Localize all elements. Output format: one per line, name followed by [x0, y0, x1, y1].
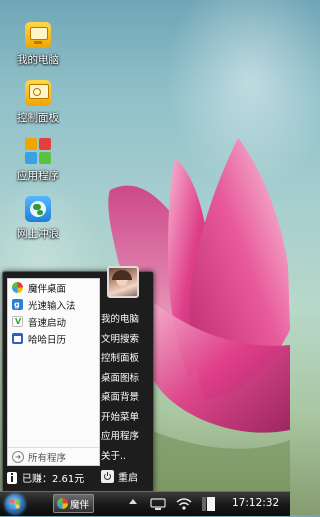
windows-logo-icon — [10, 499, 20, 509]
arrow-right-icon: ➜ — [12, 450, 24, 463]
desktop-icon-label: 我的电脑 — [17, 54, 59, 66]
app-label: 魔伴桌面 — [28, 283, 67, 295]
link-control-panel[interactable]: 控制面板 — [101, 349, 151, 369]
link-desktop-background[interactable]: 桌面背景 — [101, 388, 151, 408]
battery-icon[interactable] — [200, 496, 216, 512]
all-programs-label: 所有程序 — [28, 452, 67, 464]
app-label: 光速输入法 — [28, 300, 76, 312]
input-method-icon: g — [12, 299, 23, 310]
calendar-icon — [12, 333, 23, 344]
network-icon[interactable] — [150, 497, 166, 511]
power-icon — [101, 470, 114, 483]
pinwheel-icon — [57, 498, 68, 509]
desktop-icon-browser[interactable]: 网上冲浪 — [0, 196, 76, 241]
wifi-icon[interactable] — [176, 497, 192, 511]
app-item-calendar[interactable]: 哈哈日历 — [8, 330, 99, 347]
task-label: 魔伴 — [70, 499, 90, 511]
link-my-computer[interactable]: 我的电脑 — [101, 310, 151, 330]
start-button[interactable] — [5, 494, 25, 514]
app-item-moban-desktop[interactable]: 魔伴桌面 — [8, 279, 99, 296]
desktop-icon-control-panel[interactable]: 控制面板 — [0, 80, 76, 125]
apps-icon — [25, 138, 51, 164]
pinwheel-icon — [12, 282, 23, 293]
user-avatar[interactable] — [107, 266, 139, 298]
link-about[interactable]: 关于.. — [101, 447, 151, 467]
earnings-text: 已赚：2.61元 — [22, 474, 85, 485]
all-programs-button[interactable]: ➜ 所有程序 — [8, 447, 99, 465]
app-label: 哈哈日历 — [28, 334, 67, 346]
desktop-icon-my-computer[interactable]: 我的电脑 — [0, 22, 76, 67]
link-desktop-icons[interactable]: 桌面图标 — [101, 369, 151, 389]
desktop-icon-label: 控制面板 — [17, 112, 59, 124]
app-item-input-method[interactable]: g 光速输入法 — [8, 296, 99, 313]
start-menu-links: 我的电脑 文明搜索 控制面板 桌面图标 桌面背景 开始菜单 应用程序 关于.. — [101, 310, 151, 466]
launcher-icon: V — [12, 316, 23, 327]
clock[interactable]: 17:12:32 — [232, 497, 279, 509]
desktop-icon-apps[interactable]: 应用程序 — [0, 138, 76, 183]
desktop-icon-label: 网上冲浪 — [17, 228, 59, 240]
restart-button[interactable]: 重启 — [101, 469, 138, 484]
taskbar-item-moban[interactable]: 魔伴 — [53, 494, 94, 513]
app-label: 音速启动 — [28, 317, 67, 329]
link-apps[interactable]: 应用程序 — [101, 427, 151, 447]
earnings-display: 已赚：2.61元 — [7, 470, 84, 485]
globe-icon — [25, 196, 51, 222]
start-menu: 魔伴桌面 g 光速输入法 V 音速启动 哈哈日历 ➜ 所有程序 我的电脑 文明搜… — [2, 266, 154, 493]
control-panel-icon — [25, 80, 51, 106]
desktop-icon-label: 应用程序 — [17, 170, 59, 182]
taskbar: 魔伴 17:12:32 — [0, 491, 290, 516]
restart-label: 重启 — [118, 473, 138, 484]
link-search[interactable]: 文明搜索 — [101, 330, 151, 350]
info-icon — [7, 471, 17, 484]
app-item-launcher[interactable]: V 音速启动 — [8, 313, 99, 330]
link-start-menu[interactable]: 开始菜单 — [101, 408, 151, 428]
pinned-apps-pane: 魔伴桌面 g 光速输入法 V 音速启动 哈哈日历 ➜ 所有程序 — [7, 278, 100, 466]
tray-expand-icon[interactable] — [129, 499, 137, 504]
computer-icon — [25, 22, 51, 48]
